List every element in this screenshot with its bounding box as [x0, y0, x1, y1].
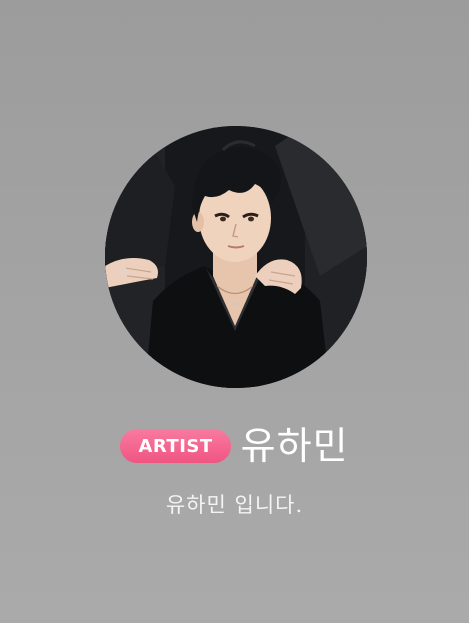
profile-bio: 유하민 입니다. — [165, 493, 304, 517]
profile-name-row: ARTIST 유하민 — [0, 423, 469, 469]
profile-avatar[interactable] — [105, 126, 367, 388]
profile-name: 유하민 — [240, 424, 349, 468]
avatar-illustration — [105, 126, 367, 388]
artist-badge: ARTIST — [120, 429, 231, 463]
